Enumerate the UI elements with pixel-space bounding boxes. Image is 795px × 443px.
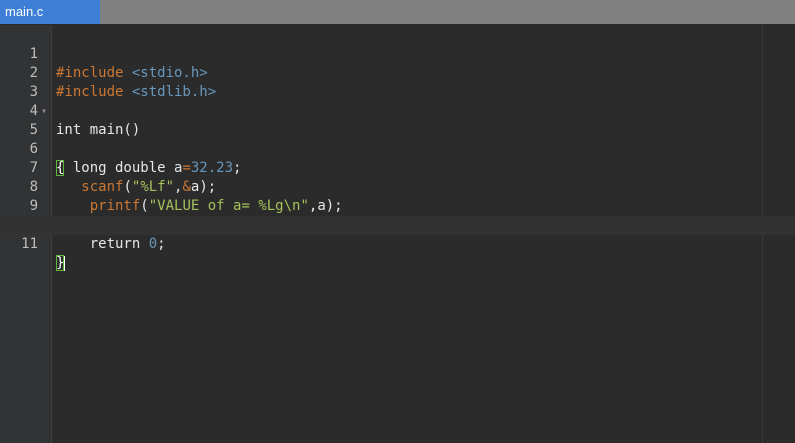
code-line[interactable]: 4 int main(): [0, 83, 795, 138]
fold-toggle-icon[interactable]: ▾: [41, 102, 47, 121]
line-text: return 0;: [56, 235, 166, 254]
code-line[interactable]: 3: [0, 64, 795, 100]
line-text: }: [56, 254, 66, 273]
code-line[interactable]: 6 long double a=32.23;: [0, 121, 795, 176]
code-line[interactable]: 2 #include <stdlib.h>: [0, 45, 795, 100]
return-keyword: return: [56, 236, 149, 252]
code-line[interactable]: 7 scanf("%Lf",&a);: [0, 140, 795, 195]
close-brace: }: [56, 255, 65, 271]
line-number: 11: [21, 236, 38, 252]
code-line[interactable]: 10 return 0;: [0, 197, 795, 252]
code-line[interactable]: 9: [0, 178, 795, 214]
text-cursor: [64, 255, 66, 271]
semicolon: ;: [157, 236, 166, 252]
tab-main-c[interactable]: main.c: [0, 0, 100, 24]
code-line[interactable]: 8 printf("VALUE of a= %Lg\n",a);: [0, 159, 795, 214]
number-literal: 0: [148, 236, 158, 252]
code-area[interactable]: 1 #include <stdio.h> 2 #include <stdlib.…: [0, 25, 795, 443]
code-line[interactable]: 1 #include <stdio.h>: [0, 26, 795, 81]
code-line-active[interactable]: 11 }: [0, 216, 795, 271]
code-editor: main.c 1 #include <stdio.h> 2 #include <…: [0, 0, 795, 443]
code-line[interactable]: 5 ▾ {: [0, 102, 795, 176]
tab-bar: main.c: [0, 0, 795, 24]
